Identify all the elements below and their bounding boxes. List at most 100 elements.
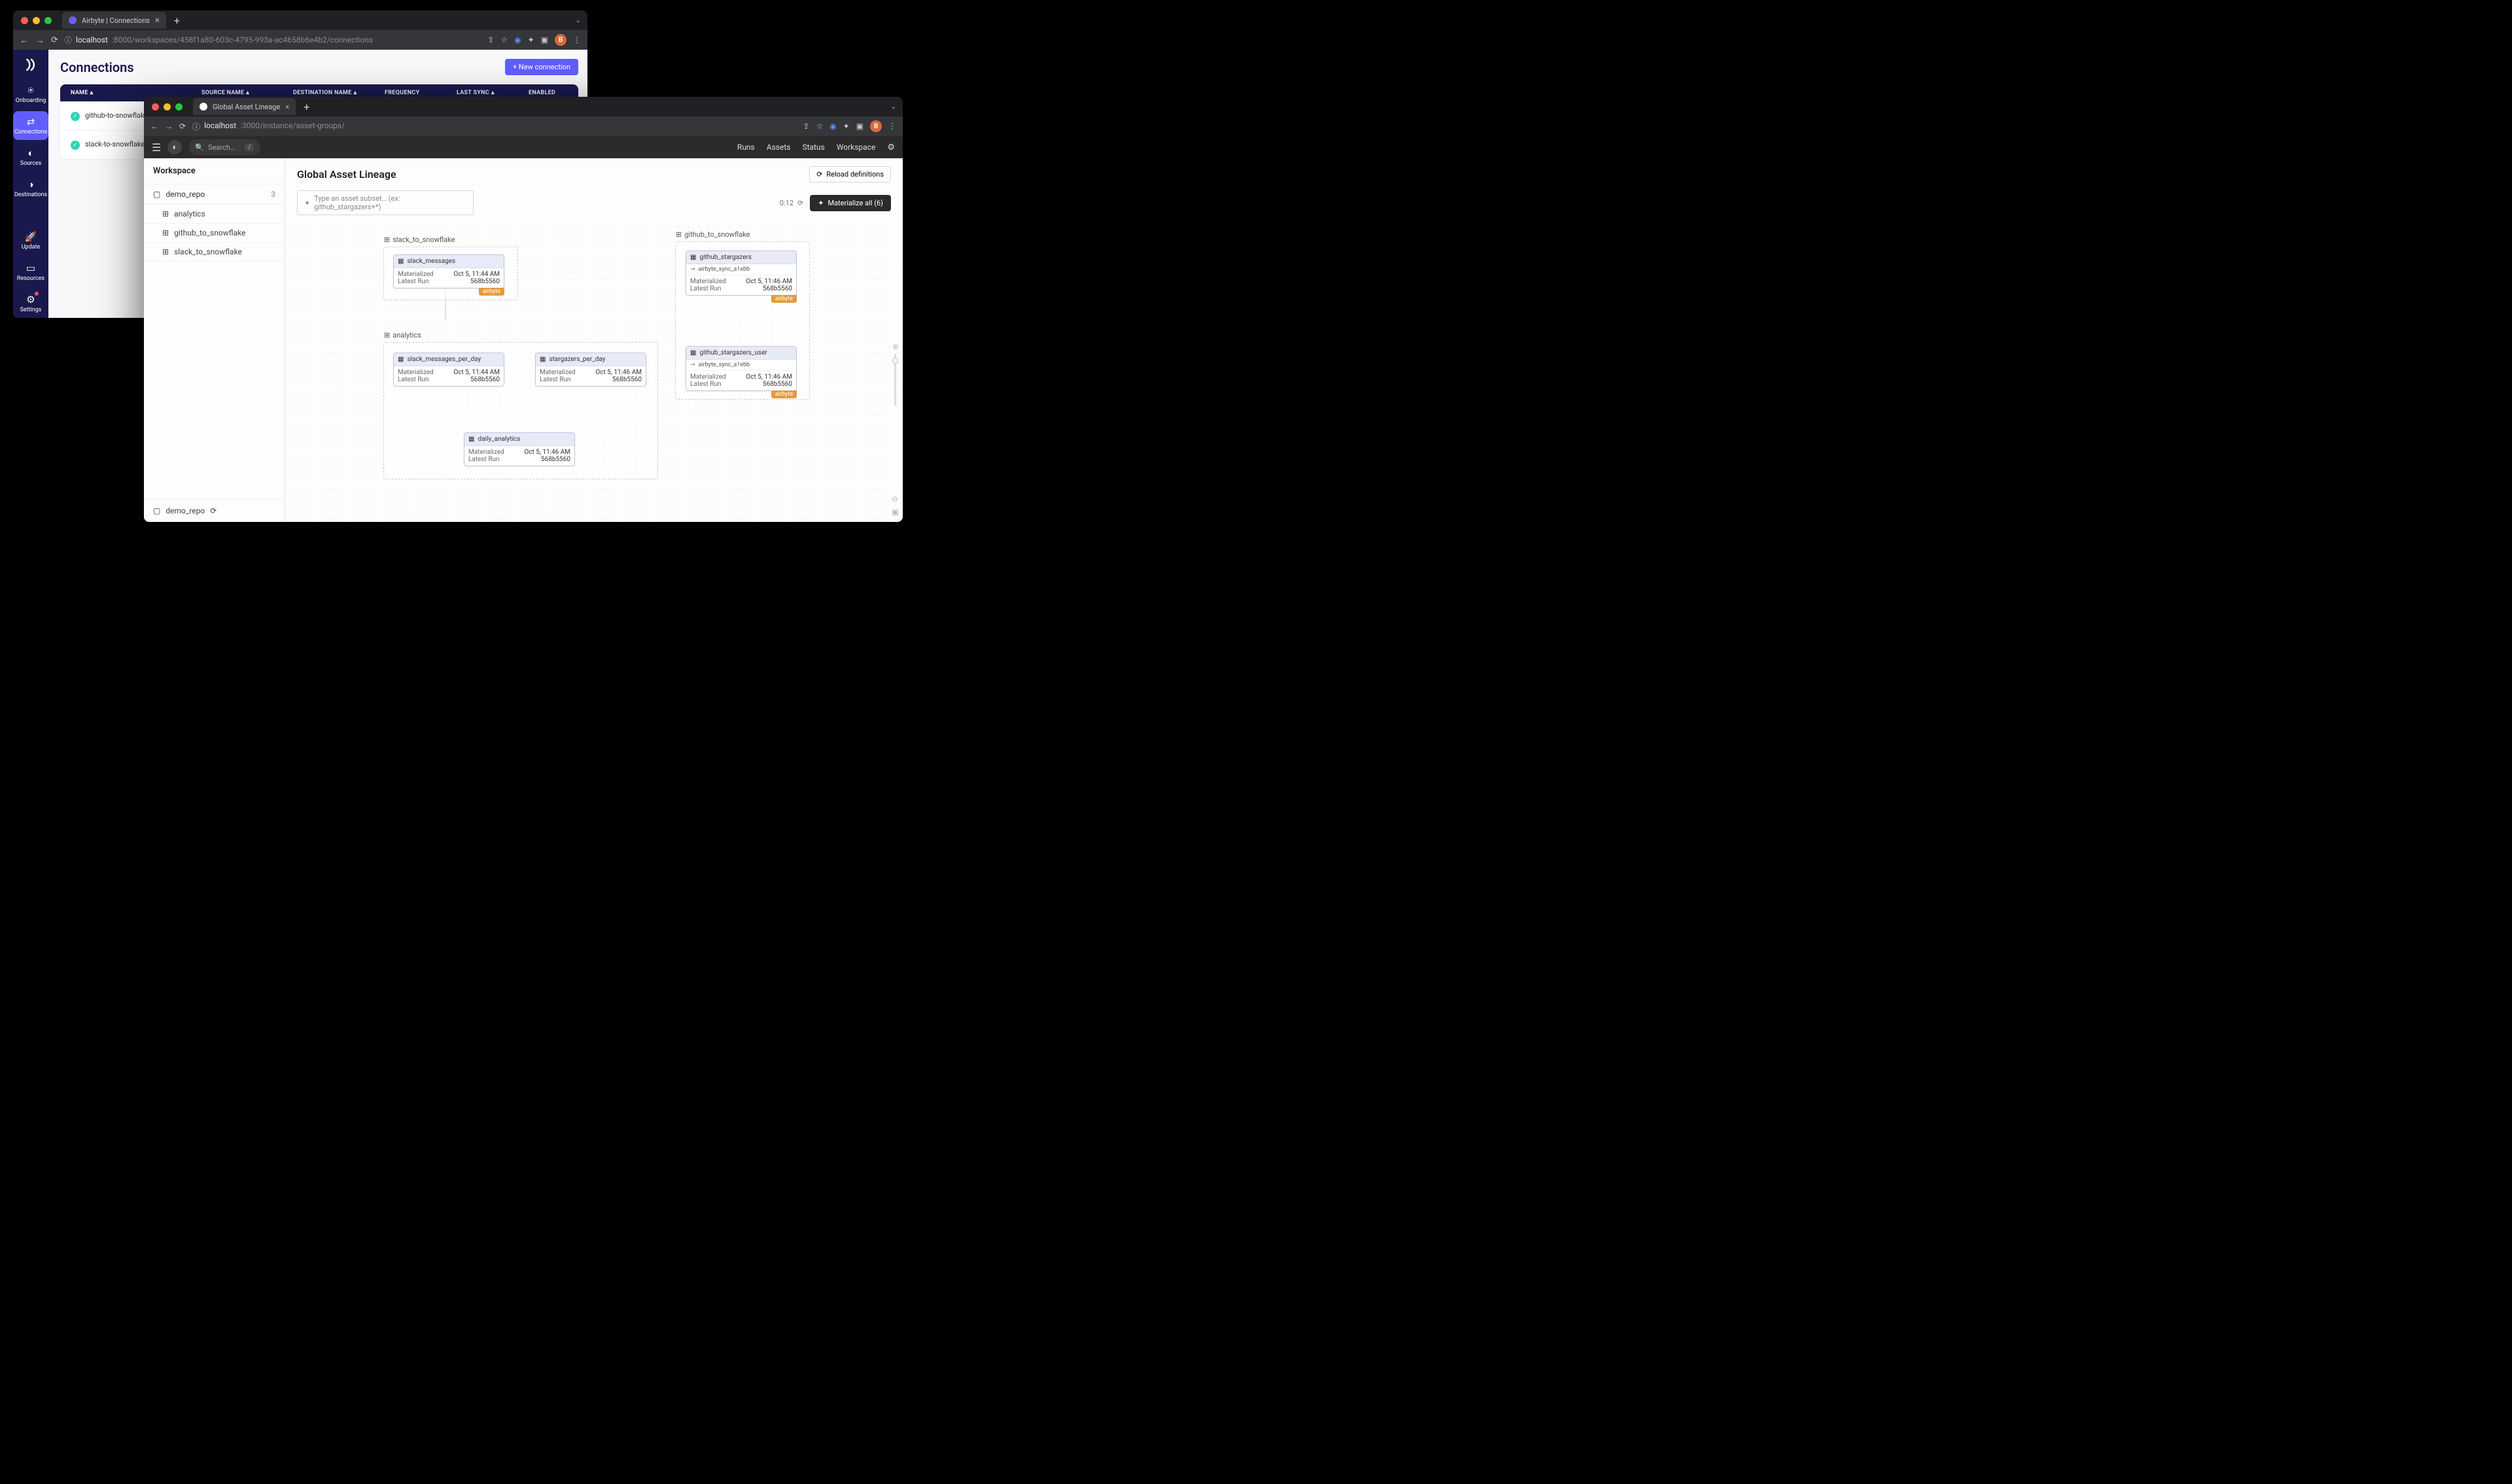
col-last-sync[interactable]: LAST SYNC ▴ bbox=[457, 90, 529, 96]
col-name[interactable]: NAME ▴ bbox=[71, 90, 201, 96]
back-button[interactable]: ← bbox=[150, 122, 158, 131]
group-icon: ⊞ bbox=[162, 209, 169, 218]
asset-filter-input[interactable]: ✦ Type an asset subset… (ex: github_star… bbox=[297, 190, 474, 215]
col-destination[interactable]: DESTINATION NAME ▴ bbox=[293, 90, 385, 96]
sidebar-group-analytics[interactable]: ⊞ analytics bbox=[144, 205, 285, 224]
time-value: 0:12 bbox=[780, 199, 794, 207]
extension-icon[interactable]: ◉ bbox=[829, 122, 836, 131]
hamburger-menu-icon[interactable]: ☰ bbox=[152, 141, 161, 154]
airbyte-favicon bbox=[69, 16, 77, 24]
bookmark-icon[interactable]: ☆ bbox=[500, 35, 508, 44]
profile-avatar[interactable]: B bbox=[555, 34, 567, 46]
refresh-icon[interactable]: ⟳ bbox=[797, 199, 803, 207]
reload-button[interactable]: ⟳ bbox=[179, 122, 186, 131]
maximize-window-icon[interactable] bbox=[175, 103, 183, 111]
onboarding-icon: ⍟ bbox=[27, 84, 33, 96]
search-icon: 🔍 bbox=[195, 143, 204, 152]
sidebar-item-destinations[interactable]: ◑ Destinations bbox=[13, 174, 48, 203]
extension-icon[interactable]: ◉ bbox=[514, 35, 521, 44]
address-field[interactable]: ⓘ localhost :3000/instance/asset-groups/ bbox=[192, 121, 796, 132]
panel-icon[interactable]: ▣ bbox=[541, 35, 548, 44]
address-field[interactable]: ⓘ localhost :8000/workspaces/458f1a80-60… bbox=[65, 35, 481, 45]
nav-workspace[interactable]: Workspace bbox=[837, 143, 876, 152]
maximize-window-icon[interactable] bbox=[44, 17, 52, 24]
sidebar-repo[interactable]: ▢ demo_repo 3 bbox=[144, 184, 285, 205]
nav-status[interactable]: Status bbox=[802, 143, 824, 152]
forward-button[interactable]: → bbox=[35, 35, 44, 46]
dagster-favicon bbox=[200, 103, 207, 111]
sidebar-footer[interactable]: ▢ demo_repo ⟳ bbox=[144, 499, 285, 522]
destinations-icon: ◑ bbox=[27, 179, 33, 190]
reload-button[interactable]: ⟳ bbox=[51, 35, 58, 45]
folder-icon: ▢ bbox=[153, 190, 160, 199]
kebab-menu-icon[interactable]: ⋮ bbox=[573, 35, 581, 44]
nav-runs[interactable]: Runs bbox=[737, 143, 755, 152]
dagster-main: Global Asset Lineage ⟳ Reload definition… bbox=[285, 158, 903, 522]
site-info-icon[interactable]: ⓘ bbox=[65, 35, 72, 45]
nav-assets[interactable]: Assets bbox=[767, 143, 791, 152]
group-icon: ⊞ bbox=[676, 230, 682, 239]
status-ok-icon: ✓ bbox=[71, 141, 80, 150]
site-info-icon[interactable]: ⓘ bbox=[192, 121, 200, 132]
sidebar-item-update[interactable]: 🚀 Update bbox=[13, 226, 48, 255]
close-tab-icon[interactable]: × bbox=[155, 16, 160, 26]
browser-tab-airbyte[interactable]: Airbyte | Connections × bbox=[62, 12, 166, 29]
sidebar-item-resources[interactable]: ▭ Resources bbox=[13, 258, 48, 286]
connections-icon: ⇄ bbox=[27, 116, 35, 128]
forward-button[interactable]: → bbox=[165, 122, 173, 131]
profile-avatar[interactable]: B bbox=[870, 120, 882, 132]
gear-icon[interactable]: ⚙ bbox=[887, 143, 895, 152]
share-icon[interactable]: ⇪ bbox=[487, 35, 494, 44]
extensions-puzzle-icon[interactable]: ✦ bbox=[528, 35, 534, 44]
search-input[interactable]: 🔍 Search… / bbox=[188, 139, 260, 155]
fit-icon[interactable]: ▣ bbox=[892, 508, 899, 517]
bookmark-icon[interactable]: ☆ bbox=[816, 122, 823, 131]
airbyte-logo-icon[interactable] bbox=[22, 56, 39, 73]
panel-icon[interactable]: ▣ bbox=[856, 122, 864, 131]
new-connection-button[interactable]: + New connection bbox=[505, 59, 578, 75]
sidebar-label: Onboarding bbox=[16, 97, 46, 104]
asset-stargazers-per-day[interactable]: ▦stargazers_per_day MaterializedOct 5, 1… bbox=[535, 353, 646, 387]
sidebar-item-connections[interactable]: ⇄ Connections bbox=[13, 111, 48, 140]
kebab-menu-icon[interactable]: ⋮ bbox=[888, 122, 896, 131]
browser-urlbar: ← → ⟳ ⓘ localhost :8000/workspaces/458f1… bbox=[13, 30, 587, 50]
asset-github-stargazers-user[interactable]: ▦github_stargazers_user ⊸airbyte_sync_a1… bbox=[686, 346, 797, 391]
browser-tab-dagster[interactable]: Global Asset Lineage × bbox=[193, 98, 296, 115]
zoom-thumb[interactable] bbox=[892, 358, 898, 364]
link-icon: ⊸ bbox=[690, 362, 695, 368]
url-path: :3000/instance/asset-groups/ bbox=[240, 121, 345, 132]
minimize-window-icon[interactable] bbox=[164, 103, 171, 111]
sidebar-group-slack[interactable]: ⊞ slack_to_snowflake bbox=[144, 243, 285, 262]
materialize-all-button[interactable]: ✦ Materialize all (6) bbox=[810, 195, 891, 211]
minimize-window-icon[interactable] bbox=[33, 17, 40, 24]
back-button[interactable]: ← bbox=[20, 35, 29, 46]
dagster-logo-icon[interactable]: ◐ bbox=[167, 140, 182, 154]
share-icon[interactable]: ⇪ bbox=[803, 122, 809, 131]
window-menu-icon[interactable]: ⌄ bbox=[576, 17, 581, 24]
close-window-icon[interactable] bbox=[152, 103, 159, 111]
window-controls bbox=[152, 103, 183, 111]
extensions-puzzle-icon[interactable]: ✦ bbox=[843, 122, 850, 131]
asset-daily-analytics[interactable]: ▦daily_analytics MaterializedOct 5, 11:4… bbox=[464, 432, 575, 466]
browser-tabbar: Airbyte | Connections × + ⌄ bbox=[13, 10, 587, 30]
new-tab-button[interactable]: + bbox=[174, 14, 180, 27]
asset-github-stargazers[interactable]: ▦github_stargazers ⊸airbyte_sync_a1ebb M… bbox=[686, 250, 797, 296]
zoom-out-icon[interactable]: ⊖ bbox=[892, 494, 899, 504]
zoom-in-icon[interactable]: ⊕ bbox=[892, 342, 899, 351]
sidebar-item-sources[interactable]: ◐ Sources bbox=[13, 143, 48, 171]
new-tab-button[interactable]: + bbox=[304, 101, 309, 113]
sidebar-item-settings[interactable]: ⚙ Settings bbox=[13, 289, 48, 318]
zoom-slider[interactable] bbox=[894, 354, 896, 406]
reload-definitions-button[interactable]: ⟳ Reload definitions bbox=[809, 166, 891, 182]
refresh-icon[interactable]: ⟳ bbox=[210, 506, 217, 515]
col-frequency[interactable]: FREQUENCY bbox=[385, 90, 457, 96]
window-menu-icon[interactable]: ⌄ bbox=[891, 103, 896, 111]
asset-slack-messages[interactable]: ▦slack_messages MaterializedOct 5, 11:44… bbox=[393, 254, 504, 288]
sidebar-group-github[interactable]: ⊞ github_to_snowflake bbox=[144, 224, 285, 243]
sidebar-item-onboarding[interactable]: ⍟ Onboarding bbox=[13, 80, 48, 109]
asset-slack-messages-per-day[interactable]: ▦slack_messages_per_day MaterializedOct … bbox=[393, 353, 504, 387]
col-source[interactable]: SOURCE NAME ▴ bbox=[201, 90, 293, 96]
close-window-icon[interactable] bbox=[21, 17, 28, 24]
lineage-canvas[interactable]: ⊞slack_to_snowflake ▦slack_messages Mate… bbox=[285, 222, 903, 522]
close-tab-icon[interactable]: × bbox=[285, 103, 289, 111]
